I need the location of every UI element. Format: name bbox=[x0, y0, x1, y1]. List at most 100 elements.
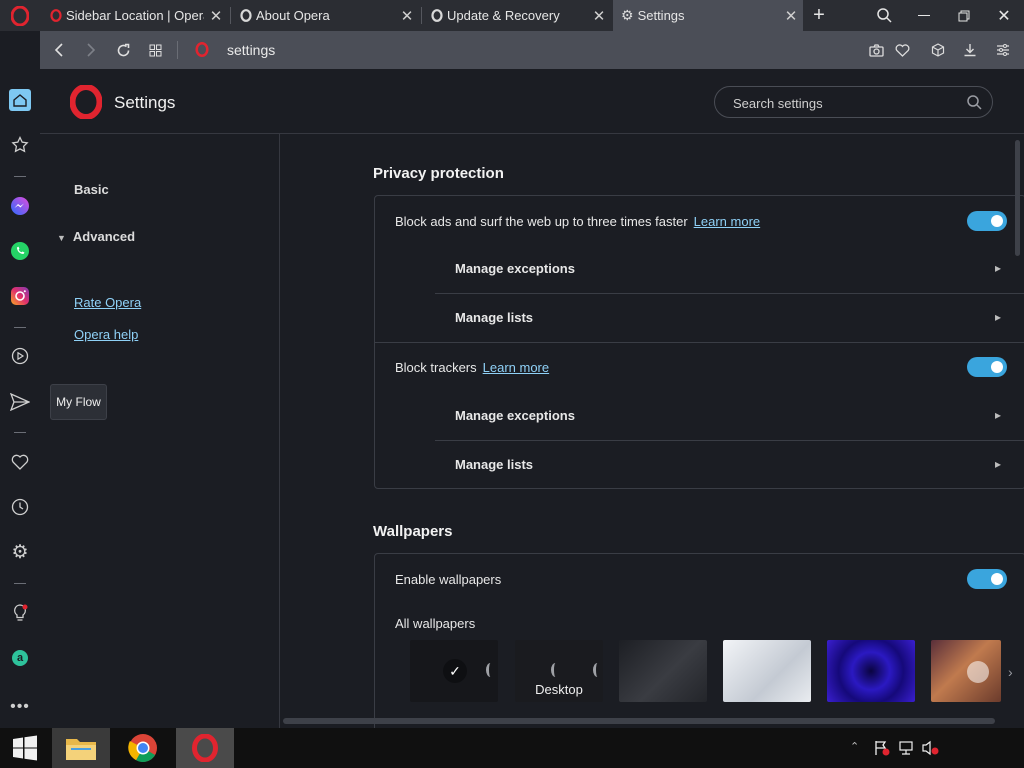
wallpaper-thumb[interactable] bbox=[827, 640, 915, 702]
wallpaper-thumb[interactable] bbox=[723, 640, 811, 702]
search-icon bbox=[876, 8, 892, 23]
whatsapp-icon bbox=[11, 242, 29, 260]
gear-icon: ⚙ bbox=[621, 7, 634, 23]
downloads-button[interactable] bbox=[955, 31, 985, 69]
volume-muted-icon[interactable] bbox=[922, 740, 940, 761]
search-input[interactable] bbox=[733, 93, 953, 113]
wallpaper-thumb[interactable] bbox=[619, 640, 707, 702]
tabs-overview-button[interactable] bbox=[140, 31, 170, 69]
chevron-right-icon: ▸ bbox=[994, 261, 1001, 275]
search-settings-box[interactable] bbox=[714, 86, 993, 118]
flag-icon[interactable] bbox=[874, 740, 890, 761]
heart-icon bbox=[895, 43, 909, 57]
sidebar-item-instagram[interactable] bbox=[7, 283, 33, 309]
sidebar-item-messenger[interactable] bbox=[7, 193, 33, 219]
tab-sidebar-location[interactable]: Sidebar Location | Opera ✕ bbox=[42, 0, 228, 31]
rate-opera-link[interactable]: Rate Opera bbox=[74, 295, 141, 310]
player-icon bbox=[11, 347, 29, 365]
play-icon bbox=[967, 661, 989, 683]
my-flow-icon bbox=[10, 393, 30, 411]
learn-more-link[interactable]: Learn more bbox=[694, 214, 760, 229]
close-icon[interactable]: ✕ bbox=[395, 7, 419, 25]
block-ads-toggle[interactable] bbox=[967, 211, 1007, 231]
taskbar-file-explorer[interactable] bbox=[52, 728, 110, 768]
nav-advanced-label: Advanced bbox=[72, 229, 136, 244]
taskbar: ⌃ bbox=[0, 728, 1024, 768]
gear-icon: ⚙ bbox=[11, 541, 29, 563]
opera-menu-button[interactable] bbox=[6, 4, 34, 28]
moon-icon bbox=[486, 663, 495, 677]
back-icon bbox=[54, 43, 63, 57]
tab-settings[interactable]: ⚙ Settings ✕ bbox=[613, 0, 803, 31]
close-icon[interactable]: ✕ bbox=[587, 7, 611, 25]
sidebar-item-my-flow[interactable] bbox=[7, 389, 33, 415]
tray-chevron-icon[interactable]: ⌃ bbox=[850, 740, 859, 753]
bulb-icon bbox=[14, 604, 28, 621]
vertical-scrollbar[interactable] bbox=[1015, 140, 1020, 256]
extensions-button[interactable] bbox=[923, 31, 953, 69]
url-text[interactable]: settings bbox=[227, 42, 275, 58]
learn-more-link[interactable]: Learn more bbox=[483, 360, 549, 375]
forward-button[interactable] bbox=[76, 31, 106, 69]
settings-main: Privacy protection Block ads and surf th… bbox=[280, 134, 1024, 728]
camera-icon bbox=[868, 43, 884, 57]
chevron-right-icon: ▸ bbox=[994, 408, 1001, 422]
sidebar-item-whatsapp[interactable] bbox=[7, 238, 33, 264]
cube-icon bbox=[931, 43, 945, 57]
sidebar-item-home[interactable] bbox=[7, 87, 33, 113]
wallpaper-thumb-desktop[interactable]: Desktop bbox=[515, 640, 603, 702]
network-icon[interactable] bbox=[898, 740, 914, 761]
tab-title: About Opera bbox=[256, 8, 330, 23]
sidebar-item-bookmarks[interactable] bbox=[7, 449, 33, 475]
sidebar-divider bbox=[14, 432, 26, 433]
wallpaper-thumb-selected[interactable]: ✓ bbox=[410, 640, 498, 702]
search-tabs-button[interactable] bbox=[864, 0, 904, 31]
new-tab-button[interactable]: + bbox=[800, 0, 838, 31]
all-wallpapers-label: All wallpapers bbox=[395, 616, 476, 631]
easy-setup-button[interactable] bbox=[988, 31, 1018, 69]
page-title: Settings bbox=[114, 93, 176, 112]
manage-lists-label: Manage lists bbox=[455, 310, 534, 325]
tab-update-recovery[interactable]: Update & Recovery ✕ bbox=[423, 0, 611, 31]
tab-title: Update & Recovery bbox=[447, 8, 560, 23]
heart-icon bbox=[11, 454, 29, 470]
sidebar-item-history[interactable] bbox=[7, 494, 33, 520]
manage-exceptions-row[interactable]: Manage exceptions ▸ bbox=[435, 392, 1024, 441]
manage-exceptions-label: Manage exceptions bbox=[455, 261, 575, 276]
horizontal-scrollbar[interactable] bbox=[283, 718, 995, 724]
start-button[interactable] bbox=[0, 728, 50, 768]
sidebar-more-button[interactable]: ••• bbox=[7, 694, 33, 720]
chrome-icon bbox=[128, 734, 157, 762]
bookmark-button[interactable] bbox=[887, 31, 917, 69]
restore-icon bbox=[958, 10, 970, 21]
close-window-button[interactable]: ✕ bbox=[984, 0, 1024, 31]
sidebar-item-player[interactable] bbox=[7, 343, 33, 369]
manage-exceptions-row[interactable]: Manage exceptions ▸ bbox=[435, 245, 1024, 294]
sidebar-item-settings[interactable]: ⚙ bbox=[7, 539, 33, 565]
forward-icon bbox=[87, 43, 96, 57]
manage-lists-row[interactable]: Manage lists ▸ bbox=[435, 441, 1024, 490]
manage-lists-row[interactable]: Manage lists ▸ bbox=[435, 294, 1024, 343]
wallpaper-label: Desktop bbox=[535, 682, 583, 697]
reload-button[interactable] bbox=[108, 31, 138, 69]
tab-title: Settings bbox=[637, 8, 685, 23]
minimize-button[interactable] bbox=[904, 0, 944, 31]
nav-basic[interactable]: Basic bbox=[74, 182, 109, 197]
instagram-icon bbox=[11, 287, 29, 305]
back-button[interactable] bbox=[44, 31, 74, 69]
taskbar-chrome[interactable] bbox=[114, 728, 172, 768]
taskbar-opera[interactable] bbox=[176, 728, 234, 768]
restore-button[interactable] bbox=[944, 0, 984, 31]
chevron-right-icon[interactable]: › bbox=[1008, 664, 1013, 680]
enable-wallpapers-toggle[interactable] bbox=[967, 569, 1007, 589]
tab-about-opera[interactable]: About Opera ✕ bbox=[232, 0, 419, 31]
close-icon[interactable]: ✕ bbox=[204, 7, 228, 25]
sidebar-item-tips[interactable] bbox=[7, 600, 33, 626]
settings-header: Settings bbox=[40, 69, 1024, 134]
sidebar-item-speed-dial[interactable] bbox=[7, 132, 33, 158]
nav-advanced[interactable]: ▼ Advanced bbox=[57, 229, 135, 244]
block-trackers-toggle[interactable] bbox=[967, 357, 1007, 377]
wallpaper-thumb[interactable] bbox=[931, 640, 1001, 702]
sidebar-item-aria[interactable]: a bbox=[7, 645, 33, 671]
opera-help-link[interactable]: Opera help bbox=[74, 327, 138, 342]
